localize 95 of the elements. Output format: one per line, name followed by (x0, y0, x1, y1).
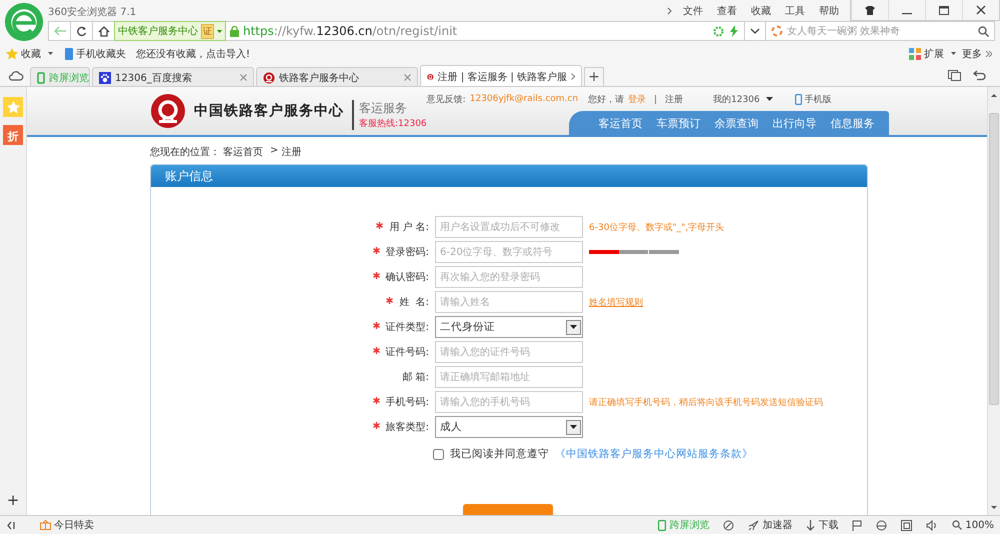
breadcrumb-link[interactable]: 客运首页 (223, 145, 263, 160)
window-title: 360安全浏览器 7.1 (48, 6, 136, 18)
caret-icon (951, 52, 956, 55)
favorites-menu[interactable]: 收藏 (6, 46, 53, 60)
browser-mode-icon[interactable] (723, 520, 734, 531)
field-hint: 6-30位字母、数字或"_",字母开头 (589, 222, 726, 234)
lightning-icon[interactable] (730, 25, 738, 37)
apps-icon (909, 48, 921, 60)
rail-logo-icon (263, 72, 275, 84)
field-label: 登录密码: (372, 245, 429, 260)
agree-text: 我已阅读并同意遵守 (450, 447, 549, 462)
browser-tab[interactable]: 铁路客户服务中心 (256, 67, 418, 86)
input-field[interactable]: 请正确填写邮箱地址 (435, 366, 583, 388)
section-title: 客运服务 (359, 100, 408, 118)
site-logo-text: 中国铁路客户服务中心 (194, 102, 344, 120)
field-hint: 请正确填写手机号码，稍后将向该手机号码发送短信验证码 (589, 396, 824, 409)
reload-circle-icon[interactable] (713, 26, 724, 36)
browser-tab[interactable]: 12306_百度搜索 (92, 67, 254, 86)
import-hint[interactable]: 您还没有收藏，点击导入! (136, 46, 250, 60)
field-label: 证件类型: (372, 320, 429, 334)
search-engine-icon (771, 24, 784, 38)
select-field[interactable]: 成人 (435, 416, 583, 438)
rocket-icon (748, 520, 760, 531)
feedback-label: 意见反馈: (426, 94, 466, 106)
input-field[interactable]: 用户名设置成功后不可修改 (435, 216, 583, 238)
caret-icon (766, 97, 773, 102)
field-label: 手机号码: (372, 395, 429, 410)
accelerator-button[interactable]: 加速器 (748, 518, 792, 532)
breadcrumb-text: 注册 (281, 146, 302, 160)
breadcrumb-text: 您现在的位置： (150, 146, 220, 160)
zoom-control[interactable]: 100% (952, 520, 994, 531)
double-chevron-icon (985, 50, 992, 56)
mobile-version-link[interactable]: 手机版 (794, 92, 832, 106)
railway-logo-icon (150, 93, 186, 130)
menu-item[interactable]: 帮助 (812, 4, 846, 18)
agree-checkbox[interactable] (433, 448, 444, 460)
scroll-up-icon[interactable] (989, 91, 999, 100)
extensions-menu[interactable]: 扩展 (909, 46, 956, 60)
scrollbar-thumb[interactable] (989, 113, 999, 406)
input-field[interactable]: 请输入您的证件号码 (435, 341, 583, 364)
chevron-icon[interactable] (667, 6, 672, 14)
undo-icon[interactable] (973, 70, 986, 81)
collapse-icon[interactable] (6, 520, 16, 530)
add-button[interactable]: + (6, 491, 20, 510)
phone-icon (658, 520, 666, 531)
search-icon[interactable] (978, 26, 989, 36)
star-icon (6, 48, 18, 60)
speaker-icon[interactable] (926, 520, 938, 531)
field-label: 用 户 名: (376, 220, 429, 234)
phone-icon (37, 72, 45, 84)
window-icon[interactable] (901, 520, 912, 531)
menu-item[interactable]: 工具 (778, 4, 812, 18)
field-label: 确认密码: (372, 270, 429, 284)
phone-icon (794, 94, 802, 105)
menu-item[interactable]: 查看 (710, 4, 744, 18)
windows-icon[interactable] (948, 70, 961, 81)
browser-tab[interactable]: 注册 | 客运服务 | 铁路客户服 (420, 65, 582, 86)
my-account-menu[interactable]: 我的12306 (713, 92, 773, 106)
star-icon (6, 100, 20, 114)
input-field[interactable]: 6-20位字母、数字或符号 (435, 241, 583, 264)
panel-header: 账户信息 (151, 165, 867, 188)
address-field[interactable]: https://kyfw.12306.cn/otn/regist/init (226, 21, 745, 41)
home-icon[interactable] (92, 21, 114, 41)
zoom-icon (952, 520, 962, 530)
hotline-text: 客服热线:12306 (359, 118, 427, 130)
breadcrumb-separator: > (270, 145, 278, 158)
caret-icon (217, 30, 222, 32)
lock-icon (230, 26, 239, 36)
gift-icon (40, 520, 51, 530)
flag-icon[interactable] (852, 520, 862, 531)
menu-item[interactable]: 收藏 (744, 4, 778, 18)
link-separator (655, 94, 656, 104)
input-field[interactable]: 请输入姓名 (435, 291, 583, 314)
daily-deals-link[interactable]: 今日特卖 (40, 518, 94, 532)
greeting-text: 您好，请 (588, 94, 624, 106)
mobile-favorites-link[interactable]: 手机收藏夹 (65, 46, 126, 60)
dropdown-icon[interactable] (745, 21, 766, 41)
site-identity-badge[interactable]: 中铁客户服务中心 证 (114, 21, 226, 41)
field-label: 姓 名: (386, 295, 429, 310)
download-button[interactable]: 下载 (806, 518, 838, 532)
menu-item[interactable]: 文件 (676, 4, 710, 18)
refresh-icon[interactable] (70, 21, 92, 41)
more-menu[interactable]: 更多 (962, 46, 992, 60)
register-link[interactable]: 注册 (665, 92, 684, 106)
phone-icon (65, 48, 73, 60)
download-icon (806, 520, 816, 531)
input-field[interactable]: 再次输入您的登录密码 (435, 266, 583, 288)
caret-icon (48, 52, 53, 55)
field-label: 证件号码: (372, 345, 429, 360)
select-field[interactable]: 二代身份证 (435, 316, 583, 338)
field-label: 旅客类型: (372, 420, 429, 434)
paw-icon (99, 72, 111, 84)
input-field[interactable]: 请输入您的手机号码 (435, 391, 583, 414)
scroll-down-icon[interactable] (989, 503, 999, 512)
field-label: 邮 箱: (402, 370, 429, 384)
